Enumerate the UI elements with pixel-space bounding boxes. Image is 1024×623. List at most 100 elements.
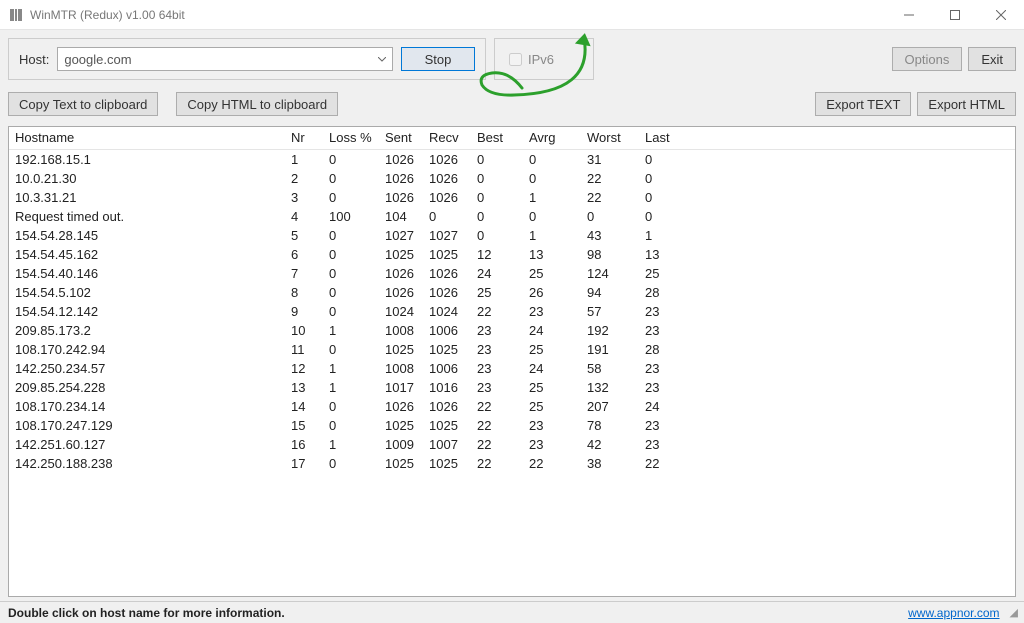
host-input[interactable]: google.com	[57, 47, 393, 71]
cell-sent: 1017	[379, 378, 423, 397]
col-hostname[interactable]: Hostname	[9, 127, 285, 149]
cell-last: 0	[639, 169, 699, 188]
resize-grip-icon[interactable]: ◢	[1010, 606, 1016, 619]
table-row[interactable]: 142.250.188.2381701025102522223822	[9, 454, 1015, 473]
table-row[interactable]: 108.170.247.1291501025102522237823	[9, 416, 1015, 435]
cell-nr: 3	[285, 188, 323, 207]
col-sent[interactable]: Sent	[379, 127, 423, 149]
cell-avrg: 23	[523, 416, 581, 435]
table-row[interactable]: 108.170.242.9411010251025232519128	[9, 340, 1015, 359]
cell-last: 28	[639, 283, 699, 302]
col-last[interactable]: Last	[639, 127, 699, 149]
ipv6-checkbox[interactable]: IPv6	[509, 52, 554, 67]
col-best[interactable]: Best	[471, 127, 523, 149]
cell-loss: 0	[323, 416, 379, 435]
cell-worst: 124	[581, 264, 639, 283]
titlebar: WinMTR (Redux) v1.00 64bit	[0, 0, 1024, 30]
maximize-button[interactable]	[932, 0, 978, 30]
cell-sent: 1025	[379, 416, 423, 435]
cell-worst: 58	[581, 359, 639, 378]
cell-recv: 1027	[423, 226, 471, 245]
cell-best: 22	[471, 397, 523, 416]
cell-last: 0	[639, 188, 699, 207]
cell-recv: 1026	[423, 188, 471, 207]
cell-nr: 14	[285, 397, 323, 416]
cell-hostname: 142.250.234.57	[9, 359, 285, 378]
cell-loss: 1	[323, 378, 379, 397]
cell-worst: 0	[581, 207, 639, 226]
cell-loss: 0	[323, 149, 379, 169]
table-row[interactable]: 154.54.5.102801026102625269428	[9, 283, 1015, 302]
minimize-button[interactable]	[886, 0, 932, 30]
cell-avrg: 0	[523, 207, 581, 226]
col-loss[interactable]: Loss %	[323, 127, 379, 149]
cell-hostname: Request timed out.	[9, 207, 285, 226]
table-row[interactable]: 10.3.31.21301026102601220	[9, 188, 1015, 207]
export-buttons: Export TEXT Export HTML	[815, 92, 1016, 116]
export-html-button[interactable]: Export HTML	[917, 92, 1016, 116]
cell-loss: 0	[323, 340, 379, 359]
cell-recv: 1026	[423, 169, 471, 188]
status-link[interactable]: www.appnor.com	[908, 606, 999, 620]
cell-recv: 1007	[423, 435, 471, 454]
cell-sent: 1008	[379, 321, 423, 340]
cell-nr: 12	[285, 359, 323, 378]
table-row[interactable]: 209.85.173.210110081006232419223	[9, 321, 1015, 340]
cell-nr: 10	[285, 321, 323, 340]
window-title: WinMTR (Redux) v1.00 64bit	[30, 8, 886, 22]
cell-loss: 0	[323, 454, 379, 473]
cell-best: 0	[471, 169, 523, 188]
cell-recv: 1025	[423, 340, 471, 359]
export-text-button[interactable]: Export TEXT	[815, 92, 911, 116]
ipv6-check-input[interactable]	[509, 53, 522, 66]
cell-sent: 1027	[379, 226, 423, 245]
cell-nr: 5	[285, 226, 323, 245]
table-row[interactable]: Request timed out.410010400000	[9, 207, 1015, 226]
cell-hostname: 108.170.242.94	[9, 340, 285, 359]
cell-last: 23	[639, 378, 699, 397]
cell-loss: 1	[323, 359, 379, 378]
cell-avrg: 24	[523, 321, 581, 340]
col-worst[interactable]: Worst	[581, 127, 639, 149]
exit-button[interactable]: Exit	[968, 47, 1016, 71]
table-row[interactable]: 192.168.15.1101026102600310	[9, 149, 1015, 169]
table-row[interactable]: 142.250.234.571211008100623245823	[9, 359, 1015, 378]
cell-worst: 43	[581, 226, 639, 245]
table-row[interactable]: 209.85.254.22813110171016232513223	[9, 378, 1015, 397]
close-button[interactable]	[978, 0, 1024, 30]
table-row[interactable]: 154.54.40.1467010261026242512425	[9, 264, 1015, 283]
cell-worst: 78	[581, 416, 639, 435]
cell-sent: 1026	[379, 397, 423, 416]
col-recv[interactable]: Recv	[423, 127, 471, 149]
cell-loss: 0	[323, 245, 379, 264]
table-row[interactable]: 154.54.28.145501027102701431	[9, 226, 1015, 245]
stop-button[interactable]: Stop	[401, 47, 475, 71]
table-row[interactable]: 154.54.12.142901024102422235723	[9, 302, 1015, 321]
copy-text-button[interactable]: Copy Text to clipboard	[8, 92, 158, 116]
copy-html-button[interactable]: Copy HTML to clipboard	[176, 92, 338, 116]
cell-worst: 94	[581, 283, 639, 302]
ipv6-group: IPv6	[494, 38, 594, 80]
options-button[interactable]: Options	[892, 47, 963, 71]
cell-recv: 1026	[423, 149, 471, 169]
col-nr[interactable]: Nr	[285, 127, 323, 149]
cell-hostname: 154.54.12.142	[9, 302, 285, 321]
ipv6-label: IPv6	[528, 52, 554, 67]
cell-worst: 132	[581, 378, 639, 397]
cell-sent: 1025	[379, 454, 423, 473]
table-row[interactable]: 142.251.60.1271611009100722234223	[9, 435, 1015, 454]
cell-sent: 1024	[379, 302, 423, 321]
cell-recv: 1006	[423, 321, 471, 340]
cell-nr: 11	[285, 340, 323, 359]
col-avrg[interactable]: Avrg	[523, 127, 581, 149]
table-row[interactable]: 10.0.21.30201026102600220	[9, 169, 1015, 188]
cell-sent: 1025	[379, 245, 423, 264]
cell-best: 23	[471, 321, 523, 340]
cell-loss: 0	[323, 264, 379, 283]
table-row[interactable]: 108.170.234.1414010261026222520724	[9, 397, 1015, 416]
cell-hostname: 154.54.28.145	[9, 226, 285, 245]
cell-loss: 1	[323, 435, 379, 454]
cell-sent: 1026	[379, 283, 423, 302]
table-row[interactable]: 154.54.45.162601025102512139813	[9, 245, 1015, 264]
cell-hostname: 154.54.40.146	[9, 264, 285, 283]
